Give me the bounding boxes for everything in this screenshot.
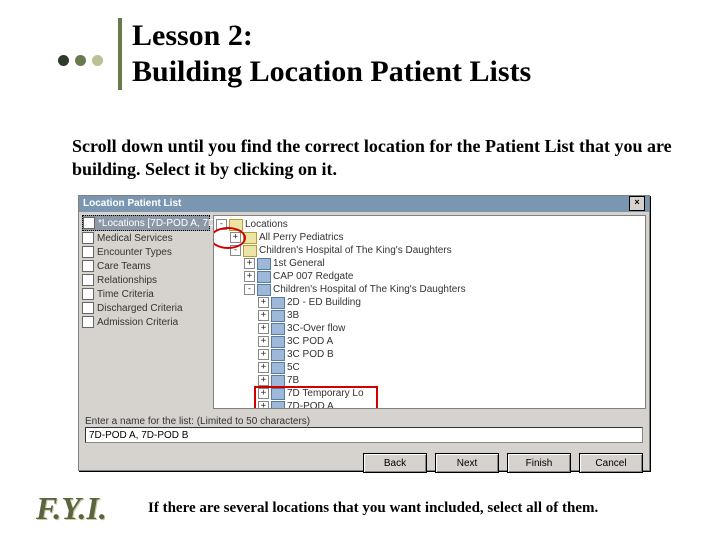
tree-item[interactable]: +5C — [216, 361, 643, 374]
fyi-logo: F.Y.I. — [36, 490, 107, 527]
bullet-icon — [75, 55, 86, 66]
bullet-icon — [92, 55, 103, 66]
tree-item[interactable]: +7D-POD A — [216, 400, 643, 409]
tree-item[interactable]: +1st General — [216, 257, 643, 270]
tree-item[interactable]: +3C POD A — [216, 335, 643, 348]
tree-item[interactable]: -Children's Hospital of The King's Daugh… — [216, 283, 643, 296]
filter-item[interactable]: Discharged Criteria — [82, 301, 210, 315]
filter-item-locations[interactable]: *Locations [7D-POD A, 7D-I — [82, 215, 210, 231]
tree-item[interactable]: +3C-Over flow — [216, 322, 643, 335]
location-tree[interactable]: -Locations +All Perry Pediatrics -Childr… — [213, 215, 646, 409]
back-button[interactable]: Back — [363, 453, 427, 473]
title-line1: Lesson 2: — [132, 19, 253, 52]
tree-item[interactable]: -Locations — [216, 218, 643, 231]
filter-list: *Locations [7D-POD A, 7D-I Medical Servi… — [79, 212, 213, 412]
tree-item[interactable]: +7B — [216, 374, 643, 387]
tree-item[interactable]: +2D - ED Building — [216, 296, 643, 309]
tree-item[interactable]: +7D Temporary Lo — [216, 387, 643, 400]
page-title: Lesson 2: Building Location Patient List… — [118, 18, 531, 90]
dialog-name-section: Enter a name for the list: (Limited to 5… — [79, 412, 649, 447]
filter-item[interactable]: Admission Criteria — [82, 315, 210, 329]
filter-item[interactable]: Encounter Types — [82, 245, 210, 259]
bullet-icon — [58, 55, 69, 66]
filter-item[interactable]: Relationships — [82, 273, 210, 287]
tree-item[interactable]: -Children's Hospital of The King's Daugh… — [216, 244, 643, 257]
filter-item[interactable]: Time Criteria — [82, 287, 210, 301]
tree-item[interactable]: +All Perry Pediatrics — [216, 231, 643, 244]
list-name-input[interactable] — [85, 427, 643, 443]
name-label: Enter a name for the list: (Limited to 5… — [85, 416, 643, 427]
tree-item[interactable]: +CAP 007 Redgate — [216, 270, 643, 283]
filter-item[interactable]: Medical Services — [82, 231, 210, 245]
footnote-text: If there are several locations that you … — [148, 500, 708, 517]
next-button[interactable]: Next — [435, 453, 499, 473]
title-line2: Building Location Patient Lists — [132, 55, 531, 88]
dialog-title: Location Patient List — [83, 196, 181, 212]
cancel-button[interactable]: Cancel — [579, 453, 643, 473]
location-patient-list-dialog: Location Patient List × *Locations [7D-P… — [78, 195, 650, 471]
close-icon[interactable]: × — [629, 196, 645, 211]
filter-item[interactable]: Care Teams — [82, 259, 210, 273]
dialog-button-row: Back Next Finish Cancel — [79, 447, 649, 479]
tree-item[interactable]: +3B — [216, 309, 643, 322]
tree-item[interactable]: +3C POD B — [216, 348, 643, 361]
dialog-titlebar: Location Patient List × — [79, 196, 649, 212]
header-bullets — [58, 55, 103, 66]
finish-button[interactable]: Finish — [507, 453, 571, 473]
instruction-text: Scroll down until you find the correct l… — [72, 135, 672, 180]
